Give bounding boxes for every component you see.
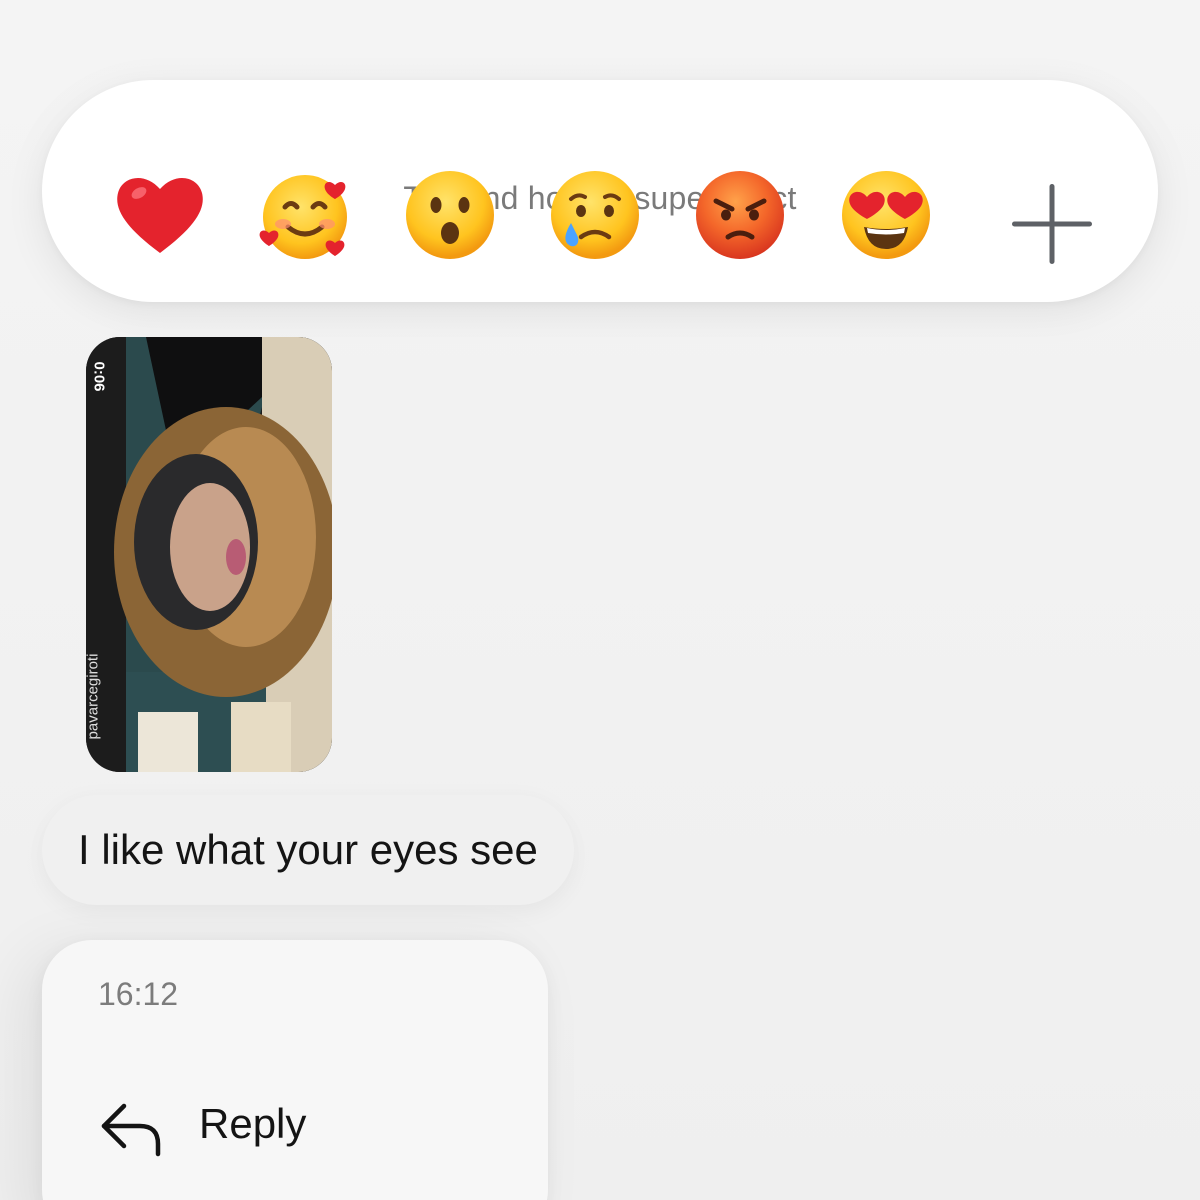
heart-eyes-icon[interactable] xyxy=(836,165,936,265)
reaction-bar: Tap and hold to super react xyxy=(42,80,1158,302)
video-duration-text: 0:06 xyxy=(90,361,108,392)
reply-menu-item[interactable]: Reply xyxy=(42,1080,548,1176)
video-watermark-text: pavarcegiroti xyxy=(84,653,102,740)
face-with-open-mouth-icon[interactable] xyxy=(400,165,500,265)
smiling-face-with-hearts-icon[interactable] xyxy=(255,165,355,265)
video-message-thumbnail[interactable] xyxy=(86,337,332,772)
message-screen: Tap and hold to super react xyxy=(0,0,1200,1200)
red-heart-icon[interactable] xyxy=(110,165,210,265)
message-bubble[interactable]: I like what your eyes see xyxy=(42,795,574,905)
message-text: I like what your eyes see xyxy=(78,826,538,873)
reply-icon xyxy=(101,1103,161,1157)
crying-face-icon[interactable] xyxy=(545,165,645,265)
video-watermark: pavarcegiroti xyxy=(84,640,122,760)
angry-face-icon[interactable] xyxy=(690,165,790,265)
reaction-options xyxy=(42,80,1158,302)
video-duration: 0:06 xyxy=(90,360,118,400)
message-timestamp: 16:12 xyxy=(98,976,179,1012)
reply-label: Reply xyxy=(199,1100,307,1147)
plus-icon[interactable] xyxy=(1002,174,1092,264)
message-context-menu: 16:12 Reply xyxy=(42,940,548,1200)
